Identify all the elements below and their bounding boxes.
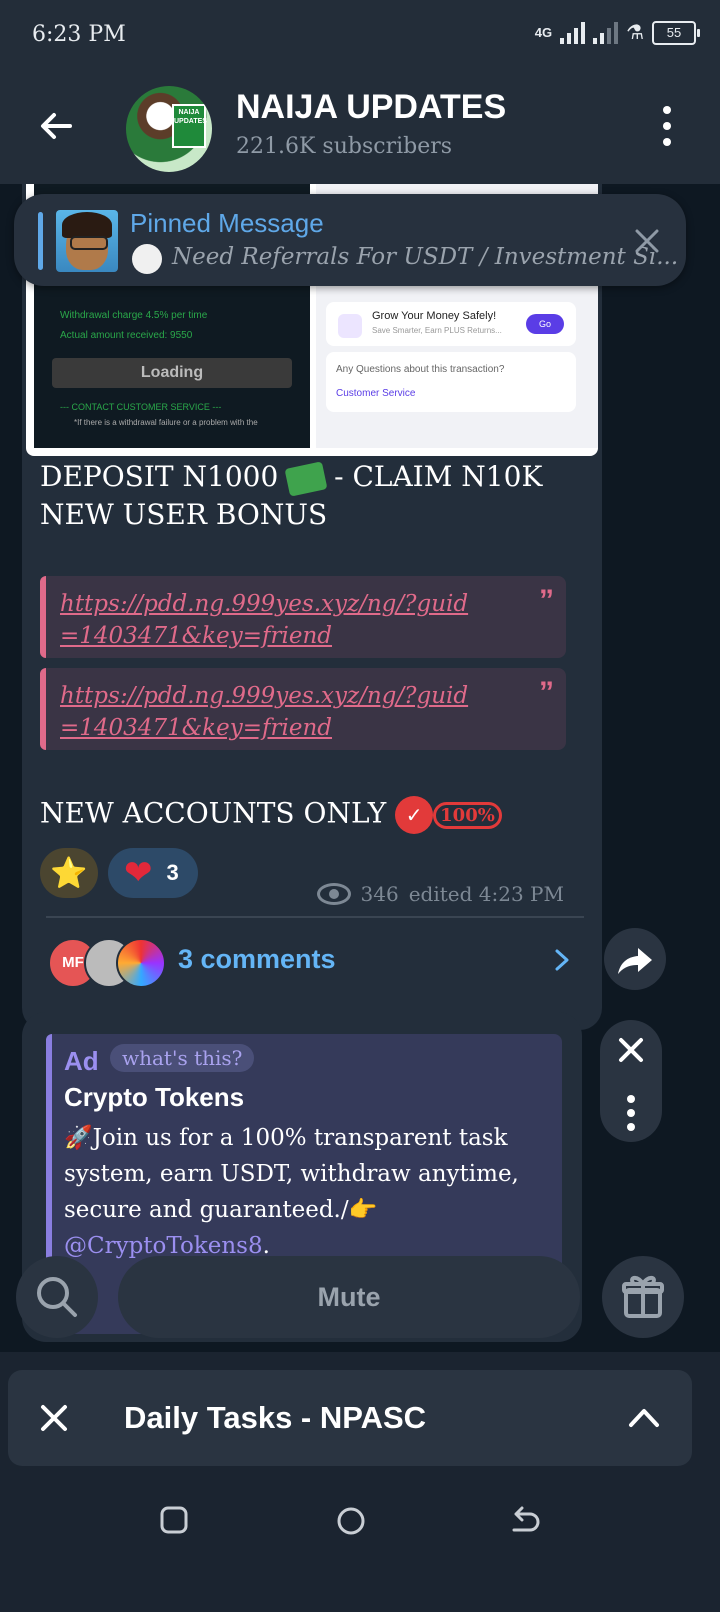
close-ad-icon[interactable] [600,1020,662,1080]
whats-this-button[interactable]: what's this? [110,1044,255,1072]
ad-controls [600,1020,662,1142]
channel-title[interactable]: NAIJA UPDATES [236,88,506,127]
edited-time: edited 4:23 PM [408,882,564,906]
new-accounts-line: NEW ACCOUNTS ONLY ✓ 100% [40,796,502,834]
battery-level: 55 [666,25,682,40]
post-text-line1: DEPOSIT N1000 [40,460,279,493]
status-time: 6:23 PM [32,22,126,47]
network-type: 4G [534,25,553,40]
lab-icon: ⚗ [626,22,644,44]
search-icon [37,1277,77,1317]
hundred-badge: 100% [433,801,502,829]
comments-divider [46,916,584,918]
grow-subtitle: Save Smarter, Earn PLUS Returns... [372,326,502,335]
bulb-icon [338,314,362,338]
actual-amount: Actual amount received: 9550 [60,330,193,341]
system-nav-bar [0,1490,720,1550]
rocket-icon [132,244,162,274]
chevron-right-icon [555,949,569,971]
questions-card: Any Questions about this transaction? Cu… [326,352,576,412]
quote-link-2[interactable]: https://pdd.ng.999yes.xyz/ng/?guid=14034… [40,668,566,750]
pinned-text: Need Referrals For USDT / Investment Si.… [172,244,679,270]
reaction-star[interactable]: ⭐ [40,848,98,898]
view-count: 346 [360,882,399,906]
contact-service: --- CONTACT CUSTOMER SERVICE --- [60,402,222,412]
ad-more-icon[interactable] [600,1085,662,1147]
heart-icon: ❤ [124,854,153,892]
chevron-up-icon[interactable] [628,1406,660,1428]
gift-button[interactable] [602,1256,684,1338]
go-button: Go [526,314,564,334]
ad-title: Crypto Tokens [64,1082,245,1112]
comments-row[interactable]: MF 3 comments [22,920,602,1000]
failure-note: *If there is a withdrawal failure or a p… [74,418,258,427]
mute-button[interactable]: Mute [118,1256,580,1338]
grow-money-card: Grow Your Money Safely! Save Smarter, Ea… [326,302,576,346]
status-icons: 4G ⚗ 55 [534,20,700,45]
loading-button: Loading [52,358,292,388]
customer-service-link: Customer Service [336,388,416,399]
subscriber-count: 221.6K subscribers [236,134,453,159]
pinned-thumbnail [56,210,118,272]
link-text-2[interactable]: https://pdd.ng.999yes.xyz/ng/?guid=14034… [60,680,480,744]
close-tasks-icon[interactable] [40,1404,68,1432]
money-icon [284,460,328,497]
comments-count[interactable]: 3 comments [178,944,336,975]
grow-title: Grow Your Money Safely! [372,310,497,322]
gift-icon [622,1275,664,1318]
link-text-1[interactable]: https://pdd.ng.999yes.xyz/ng/?guid=14034… [60,588,480,652]
signal-icon [560,21,586,44]
ad-text: 🚀Join us for a 100% transparent task sys… [64,1120,544,1264]
recent-apps-icon[interactable] [160,1506,188,1534]
close-pinned-icon[interactable] [634,228,660,254]
post-meta: 346 edited 4:23 PM [316,882,564,906]
heart-count: 3 [166,860,179,885]
avatar-tag: NAIJA UPDATES [172,104,207,148]
quote-icon: ” [539,584,554,617]
back-nav-icon[interactable] [508,1506,542,1536]
share-arrow-icon [618,948,652,974]
quote-icon: ” [539,676,554,709]
quote-link-1[interactable]: https://pdd.ng.999yes.xyz/ng/?guid=14034… [40,576,566,658]
questions-text: Any Questions about this transaction? [336,364,505,375]
star-icon: ⭐ [50,856,88,890]
ad-label: Ad [64,1046,99,1076]
daily-tasks-bar[interactable]: Daily Tasks - NPASC [8,1370,692,1466]
views-icon [316,883,351,905]
home-icon[interactable] [336,1506,366,1536]
search-button[interactable] [16,1256,98,1338]
pinned-title: Pinned Message [130,208,324,238]
check-badge-icon: ✓ [395,796,434,834]
pointing-hand-icon: 👉 [348,1197,378,1223]
battery-icon: 55 [652,20,700,45]
rocket-emoji-icon: 🚀 [64,1125,93,1151]
more-options-icon[interactable] [662,106,672,146]
withdrawal-charge: Withdrawal charge 4.5% per time [60,310,208,321]
chat-header: NAIJA UPDATES NAIJA UPDATES 221.6K subsc… [0,72,720,184]
status-bar: 6:23 PM 4G ⚗ 55 [0,0,720,72]
back-arrow-icon[interactable] [36,106,76,146]
share-button[interactable] [604,928,666,990]
pinned-indicator [38,212,43,270]
new-accounts-text: NEW ACCOUNTS ONLY [40,796,387,830]
reaction-heart[interactable]: ❤ 3 [108,848,198,898]
pinned-message-bar[interactable]: Pinned Message Need Referrals For USDT /… [14,194,686,286]
signal-2-icon [593,21,619,44]
post-text: DEPOSIT N1000 - CLAIM N10K NEW USER BONU… [40,458,560,534]
commenter-avatar [116,938,166,988]
channel-avatar[interactable]: NAIJA UPDATES [126,86,212,172]
tasks-label: Daily Tasks - NPASC [124,1400,427,1435]
ad-body: Join us for a 100% transparent task syst… [64,1125,519,1223]
